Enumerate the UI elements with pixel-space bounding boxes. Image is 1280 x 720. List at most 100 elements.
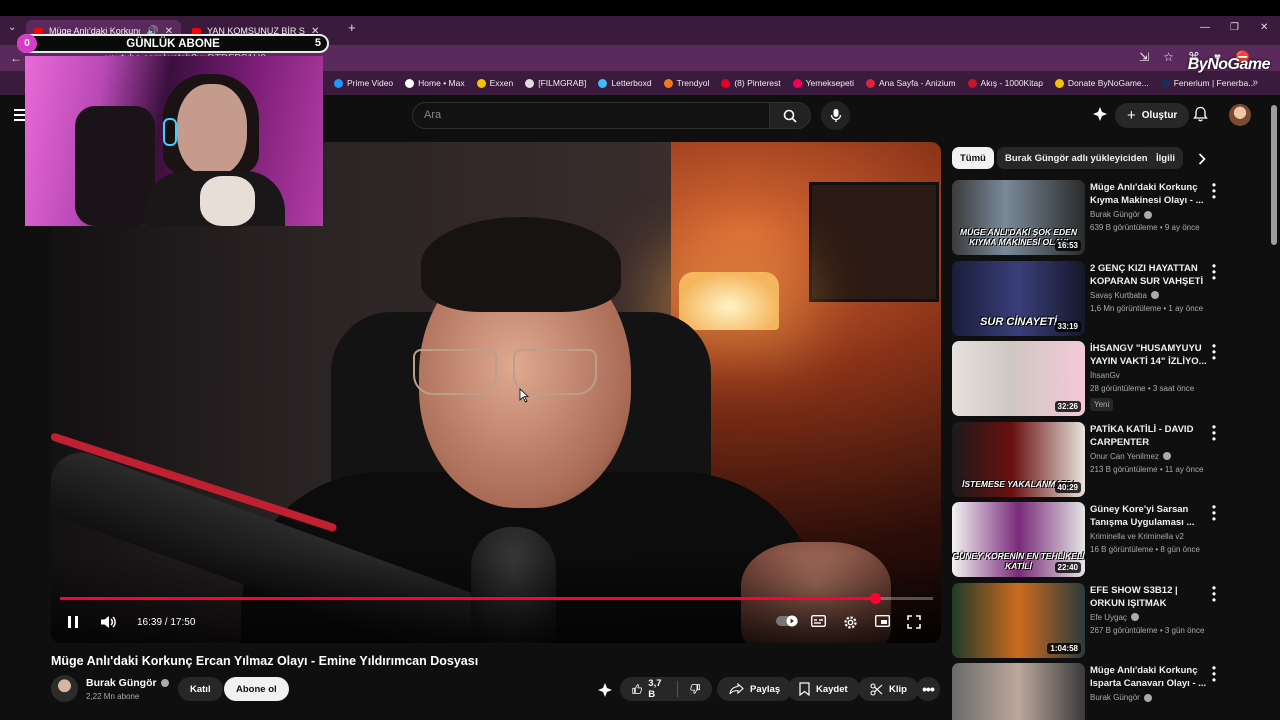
scrubber-handle[interactable] xyxy=(869,593,881,604)
recommendation-title[interactable]: Güney Kore'yi Sarsan Tanışma Uygulaması … xyxy=(1090,503,1208,529)
recommendation-thumbnail[interactable]: SUR CİNAYETİ 33:19 xyxy=(952,260,1085,336)
chip-from-uploader[interactable]: Burak Güngör adlı yükleyiciden xyxy=(997,147,1156,169)
bookmark-label: Ana Sayfa - Anizium xyxy=(879,78,956,88)
recommendation-thumbnail[interactable]: 1:04:58 xyxy=(952,582,1085,658)
bookmark-item[interactable]: Yemeksepeti xyxy=(792,78,854,88)
more-actions-button[interactable]: ••• xyxy=(916,677,940,701)
more-bookmarks-icon[interactable]: » xyxy=(1252,77,1258,88)
star-icon[interactable]: ☆ xyxy=(1163,50,1174,64)
recommendation-title[interactable]: Müge Anlı'daki Korkunç Isparta Canavarı … xyxy=(1090,664,1208,690)
recommendation-title[interactable]: 2 GENÇ KIZI HAYATTAN KOPARAN SUR VAHŞETİ… xyxy=(1090,262,1208,289)
recommendation-meta: 1,6 Mn görüntüleme • 1 ay önce xyxy=(1090,303,1204,313)
sparkle-icon[interactable] xyxy=(597,682,613,698)
recommendation-thumbnail[interactable] xyxy=(952,663,1085,720)
clip-button[interactable]: Klip xyxy=(858,677,919,701)
bookmark-item[interactable]: Home • Max xyxy=(405,78,465,88)
search-button[interactable] xyxy=(769,102,811,129)
maximize-icon[interactable]: ❐ xyxy=(1230,22,1239,33)
channel-avatar[interactable] xyxy=(51,675,78,702)
subscribe-button[interactable]: Abone ol xyxy=(224,677,289,701)
sparkle-icon[interactable] xyxy=(1092,106,1108,122)
recommendation-thumbnail[interactable]: 32:26 xyxy=(952,341,1085,416)
recommendation-channel[interactable]: Onur Can Yenilmez xyxy=(1090,452,1159,461)
recommendation-thumbnail[interactable]: MÜGE ANLI'DAKİ ŞOK EDEN KIYMA MAKİNESİ O… xyxy=(952,180,1085,255)
progress-bar[interactable] xyxy=(60,593,933,604)
recommendation-thumbnail[interactable]: İSTEMESE YAKALANMAZDI 40:29 xyxy=(952,421,1085,497)
like-icon[interactable] xyxy=(632,682,643,696)
bookmark-item[interactable]: Akış - 1000Kitap xyxy=(967,78,1043,88)
more-vertical-icon[interactable]: • • • xyxy=(1210,340,1218,364)
new-tab-icon[interactable]: + xyxy=(348,20,356,35)
chip-related[interactable]: İlgili xyxy=(1148,147,1183,169)
recommendation-item[interactable]: GÜNEY KORENİN EN TEHLİKELİ KATİLİ 22:40 Gü… xyxy=(952,501,1262,578)
bell-icon[interactable] xyxy=(1193,106,1208,122)
new-badge: Yeni xyxy=(1090,398,1114,411)
share-button[interactable]: Paylaş xyxy=(717,677,793,701)
bookmark-item[interactable]: Exxen xyxy=(476,78,513,88)
search-input[interactable]: Ara xyxy=(412,102,770,129)
recommendation-item[interactable]: MÜGE ANLI'DAKİ ŞOK EDEN KIYMA MAKİNESİ O… xyxy=(952,179,1262,256)
bookmark-item[interactable]: (8) Pinterest xyxy=(721,78,781,88)
like-count[interactable]: 3,7 B xyxy=(648,678,665,700)
recommendation-title[interactable]: EFE SHOW S3B12 | ORKUN IŞITMAK xyxy=(1090,584,1208,610)
page-scrollbar[interactable] xyxy=(1271,105,1277,245)
tab-list-icon[interactable]: ⌄ xyxy=(8,22,16,33)
bookmark-item[interactable]: Letterboxd xyxy=(598,78,652,88)
channel-name[interactable]: Burak Güngör xyxy=(86,677,157,689)
subtitles-button[interactable] xyxy=(810,614,826,628)
settings-button[interactable] xyxy=(842,614,858,630)
recommendation-channel[interactable]: Efe Uygaç xyxy=(1090,613,1127,622)
more-vertical-icon[interactable]: • • • xyxy=(1210,582,1218,606)
more-vertical-icon[interactable]: • • • xyxy=(1210,501,1218,525)
join-button[interactable]: Katıl xyxy=(178,677,223,701)
video-glasses xyxy=(413,349,603,401)
bookmark-item[interactable]: Fenerium | Fenerba... xyxy=(1160,78,1255,88)
recommendation-channel[interactable]: İhsanGv xyxy=(1090,371,1120,380)
more-vertical-icon[interactable]: • • • xyxy=(1210,179,1218,203)
back-icon[interactable]: ← xyxy=(10,51,22,65)
recommendation-channel[interactable]: Kriminella ve Kriminella v2 xyxy=(1090,532,1184,541)
bookmark-item[interactable]: [FILMGRAB] xyxy=(525,78,586,88)
more-vertical-icon[interactable]: • • • xyxy=(1210,421,1218,445)
fullscreen-button[interactable] xyxy=(906,614,922,630)
bookmark-item[interactable]: Trendyol xyxy=(663,78,710,88)
install-icon[interactable]: ⇲ xyxy=(1139,50,1149,64)
recommendation-item[interactable]: 32:26 İHSANGV "HUSAMYUYU YAYIN VAKTİ 14" … xyxy=(952,340,1262,417)
recommendation-item[interactable]: SUR CİNAYETİ 33:19 2 GENÇ KIZI HAYATTAN KO… xyxy=(952,260,1262,337)
minimize-icon[interactable]: — xyxy=(1200,22,1210,33)
more-vertical-icon[interactable]: • • • xyxy=(1210,260,1218,284)
bookmark-label: Trendyol xyxy=(676,78,710,88)
bookmark-favicon-icon xyxy=(525,78,535,88)
bookmark-item[interactable]: Donate ByNoGame... xyxy=(1054,78,1149,88)
recommendation-item[interactable]: Müge Anlı'daki Korkunç Isparta Canavarı … xyxy=(952,662,1262,720)
save-button[interactable]: Kaydet xyxy=(787,677,860,701)
create-button[interactable]: + Oluştur xyxy=(1115,103,1190,128)
recommendation-channel[interactable]: Burak Güngör xyxy=(1090,210,1140,219)
recommendation-channel[interactable]: Savaş Kurtbaba xyxy=(1090,291,1147,300)
voice-search-button[interactable] xyxy=(821,101,850,130)
bookmark-item[interactable]: Prime Video xyxy=(334,78,393,88)
miniplayer-button[interactable] xyxy=(874,614,890,628)
volume-button[interactable] xyxy=(98,614,118,630)
bookmark-item[interactable]: Ana Sayfa - Anizium xyxy=(866,78,956,88)
recommendation-title[interactable]: PATİKA KATİLİ - DAVID CARPENTER xyxy=(1090,423,1208,449)
bookmark-label: Yemeksepeti xyxy=(805,78,854,88)
account-avatar[interactable] xyxy=(1229,104,1251,126)
dislike-icon[interactable] xyxy=(689,682,700,696)
video-lamp xyxy=(679,272,779,330)
recommendation-thumbnail[interactable]: GÜNEY KORENİN EN TEHLİKELİ KATİLİ 22:40 xyxy=(952,502,1085,577)
chevron-right-icon[interactable] xyxy=(1198,153,1206,165)
recommendation-item[interactable]: 1:04:58 EFE SHOW S3B12 | ORKUN IŞITMAK Efe… xyxy=(952,582,1262,659)
channel-name-row[interactable]: Burak Güngör xyxy=(86,677,169,689)
recommendation-item[interactable]: İSTEMESE YAKALANMAZDI 40:29 PATİKA KATİLİ … xyxy=(952,421,1262,498)
more-vertical-icon[interactable]: • • • xyxy=(1210,662,1218,686)
recommendation-title[interactable]: Müge Anlı'daki Korkunç Kıyma Makinesi Ol… xyxy=(1090,181,1208,207)
window-close-icon[interactable]: ✕ xyxy=(1260,22,1268,33)
autoplay-toggle[interactable] xyxy=(776,614,798,628)
chip-all[interactable]: Tümü xyxy=(952,147,994,169)
miniplayer-icon xyxy=(874,615,890,627)
recommendation-channel[interactable]: Burak Güngör xyxy=(1090,693,1140,702)
recommendation-title[interactable]: İHSANGV "HUSAMYUYU YAYIN VAKTİ 14" İZLİY… xyxy=(1090,342,1208,368)
recommendation-meta: 28 görüntüleme • 3 saat önce xyxy=(1090,384,1195,393)
pause-button[interactable] xyxy=(65,614,81,630)
